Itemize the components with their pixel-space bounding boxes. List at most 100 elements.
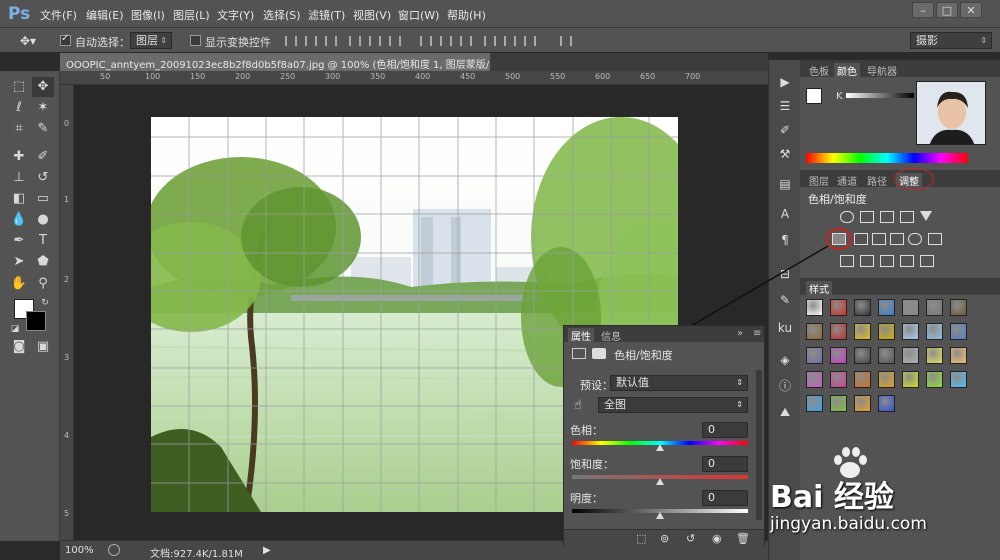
menu-layer[interactable]: 图层(L) [173,7,210,23]
move-tool-icon[interactable]: ✥▾ [20,34,36,48]
3d-icon[interactable]: ◈ [777,352,793,368]
reset-icon[interactable]: ↺ [686,532,695,545]
style-swatch[interactable] [854,323,871,340]
gradient-map-icon[interactable] [920,255,934,267]
healing-brush-icon[interactable]: ✚ [8,147,30,167]
status-menu-icon[interactable] [108,544,120,556]
levels-icon[interactable] [860,211,874,223]
style-swatch[interactable] [878,299,895,316]
style-swatch[interactable] [878,323,895,340]
visibility-icon[interactable]: ◉ [712,532,722,545]
style-swatch[interactable] [902,347,919,364]
tool-presets-icon[interactable]: ⚒ [777,146,793,162]
history-brush-icon[interactable]: ↺ [32,168,54,188]
tab-color[interactable]: 颜色 [834,63,860,78]
style-swatch[interactable] [854,299,871,316]
distribute-hcenter-icon[interactable] [504,36,516,46]
default-colors-icon[interactable]: ◪ [4,319,26,339]
k-slider[interactable] [846,93,914,98]
distribute-bottom-icon[interactable] [460,36,472,46]
style-swatch[interactable] [854,395,871,412]
style-swatch[interactable] [830,347,847,364]
tab-navigator[interactable]: 导航器 [864,63,900,78]
eyedropper-icon[interactable]: ✎ [32,119,54,139]
photo-filter-icon[interactable] [890,233,904,245]
lightness-slider-knob[interactable] [656,512,664,519]
quick-mask-icon[interactable]: ◙ [8,337,30,357]
menu-type[interactable]: 文字(Y) [217,7,254,23]
style-swatch[interactable] [806,395,823,412]
navigator-thumbnail[interactable] [916,81,986,145]
gradient-tool-icon[interactable]: ▭ [32,189,54,209]
hand-tool-icon[interactable]: ✋ [8,274,30,294]
brush-tool-icon[interactable]: ✐ [32,147,54,167]
align-top-icon[interactable] [285,36,297,46]
color-balance-icon[interactable] [854,233,868,245]
zoom-tool-icon[interactable]: ⚲ [32,274,54,294]
align-bottom-icon[interactable] [325,36,337,46]
align-hcenter-icon[interactable] [369,36,381,46]
path-select-icon[interactable]: ➤ [8,252,30,272]
lasso-tool-icon[interactable]: ℓ [8,98,30,118]
menu-view[interactable]: 视图(V) [353,7,391,23]
auto-select-dropdown[interactable]: 图层 ⇕ [130,32,172,49]
preset-dropdown[interactable]: 默认值 ⇕ [610,375,748,391]
clip-to-layer-icon[interactable]: ⬚ [636,532,646,545]
style-swatch[interactable] [902,323,919,340]
move-tool-icon[interactable]: ✥ [32,77,54,97]
tab-swatches[interactable]: 色板 [806,63,832,78]
menu-window[interactable]: 窗口(W) [398,7,439,23]
minimize-button[interactable]: – [912,2,934,18]
delete-icon[interactable]: 🗑 [736,532,750,545]
style-swatch[interactable] [878,347,895,364]
style-swatch[interactable] [878,371,895,388]
paragraph-icon[interactable]: ¶ [777,232,793,248]
collapse-icon[interactable]: » [734,328,746,339]
measurement-icon[interactable]: ⛰ [777,404,793,420]
style-swatch[interactable] [950,371,967,388]
menu-image[interactable]: 图像(I) [131,7,165,23]
menu-edit[interactable]: 编辑(E) [86,7,124,23]
mask-icon[interactable] [592,348,606,359]
history-icon[interactable]: ☰ [777,98,793,114]
clone-source-icon[interactable]: ⊟ [777,266,793,282]
style-swatch[interactable] [926,371,943,388]
style-swatch[interactable] [806,323,823,340]
color-spectrum[interactable] [806,153,968,163]
distribute-right-icon[interactable] [524,36,536,46]
brush-presets-icon[interactable]: ✐ [777,122,793,138]
style-swatch[interactable] [902,371,919,388]
auto-select-checkbox[interactable] [60,33,71,46]
clone-stamp-icon[interactable]: ⊥ [8,168,30,188]
play-icon[interactable]: ▶ [777,74,793,90]
vibrance-icon[interactable] [920,211,932,221]
invert-icon[interactable] [840,255,854,267]
distribute-vcenter-icon[interactable] [440,36,452,46]
crop-tool-icon[interactable]: ⌗ [8,119,30,139]
align-left-icon[interactable] [349,36,361,46]
panel-menu-icon[interactable]: ≡ [750,328,764,339]
layer-comps-icon[interactable]: ▤ [777,176,793,192]
style-swatch[interactable] [830,371,847,388]
hue-slider-knob[interactable] [656,444,664,451]
brightness-icon[interactable] [840,211,854,223]
hand-target-icon[interactable]: ☝ [574,398,582,413]
style-swatch[interactable] [902,299,919,316]
swap-colors-icon[interactable]: ↻ [34,293,56,313]
style-swatch[interactable] [950,299,967,316]
style-swatch[interactable] [854,371,871,388]
character-icon[interactable]: A [777,206,793,222]
tab-layers[interactable]: 图层 [806,173,832,188]
show-transform-checkbox[interactable] [190,35,201,46]
range-dropdown[interactable]: 全图 ⇕ [598,397,748,413]
marquee-tool-icon[interactable]: ⬚ [8,77,30,97]
tab-paths[interactable]: 路径 [864,173,890,188]
blur-tool-icon[interactable]: 💧 [8,210,30,230]
menu-help[interactable]: 帮助(H) [447,7,486,23]
channel-mixer-icon[interactable] [908,233,922,245]
menu-filter[interactable]: 滤镜(T) [308,7,345,23]
style-swatch[interactable] [950,347,967,364]
pen-tool-icon[interactable]: ✒ [8,231,30,251]
saturation-slider-knob[interactable] [656,478,664,485]
style-swatch[interactable] [926,347,943,364]
